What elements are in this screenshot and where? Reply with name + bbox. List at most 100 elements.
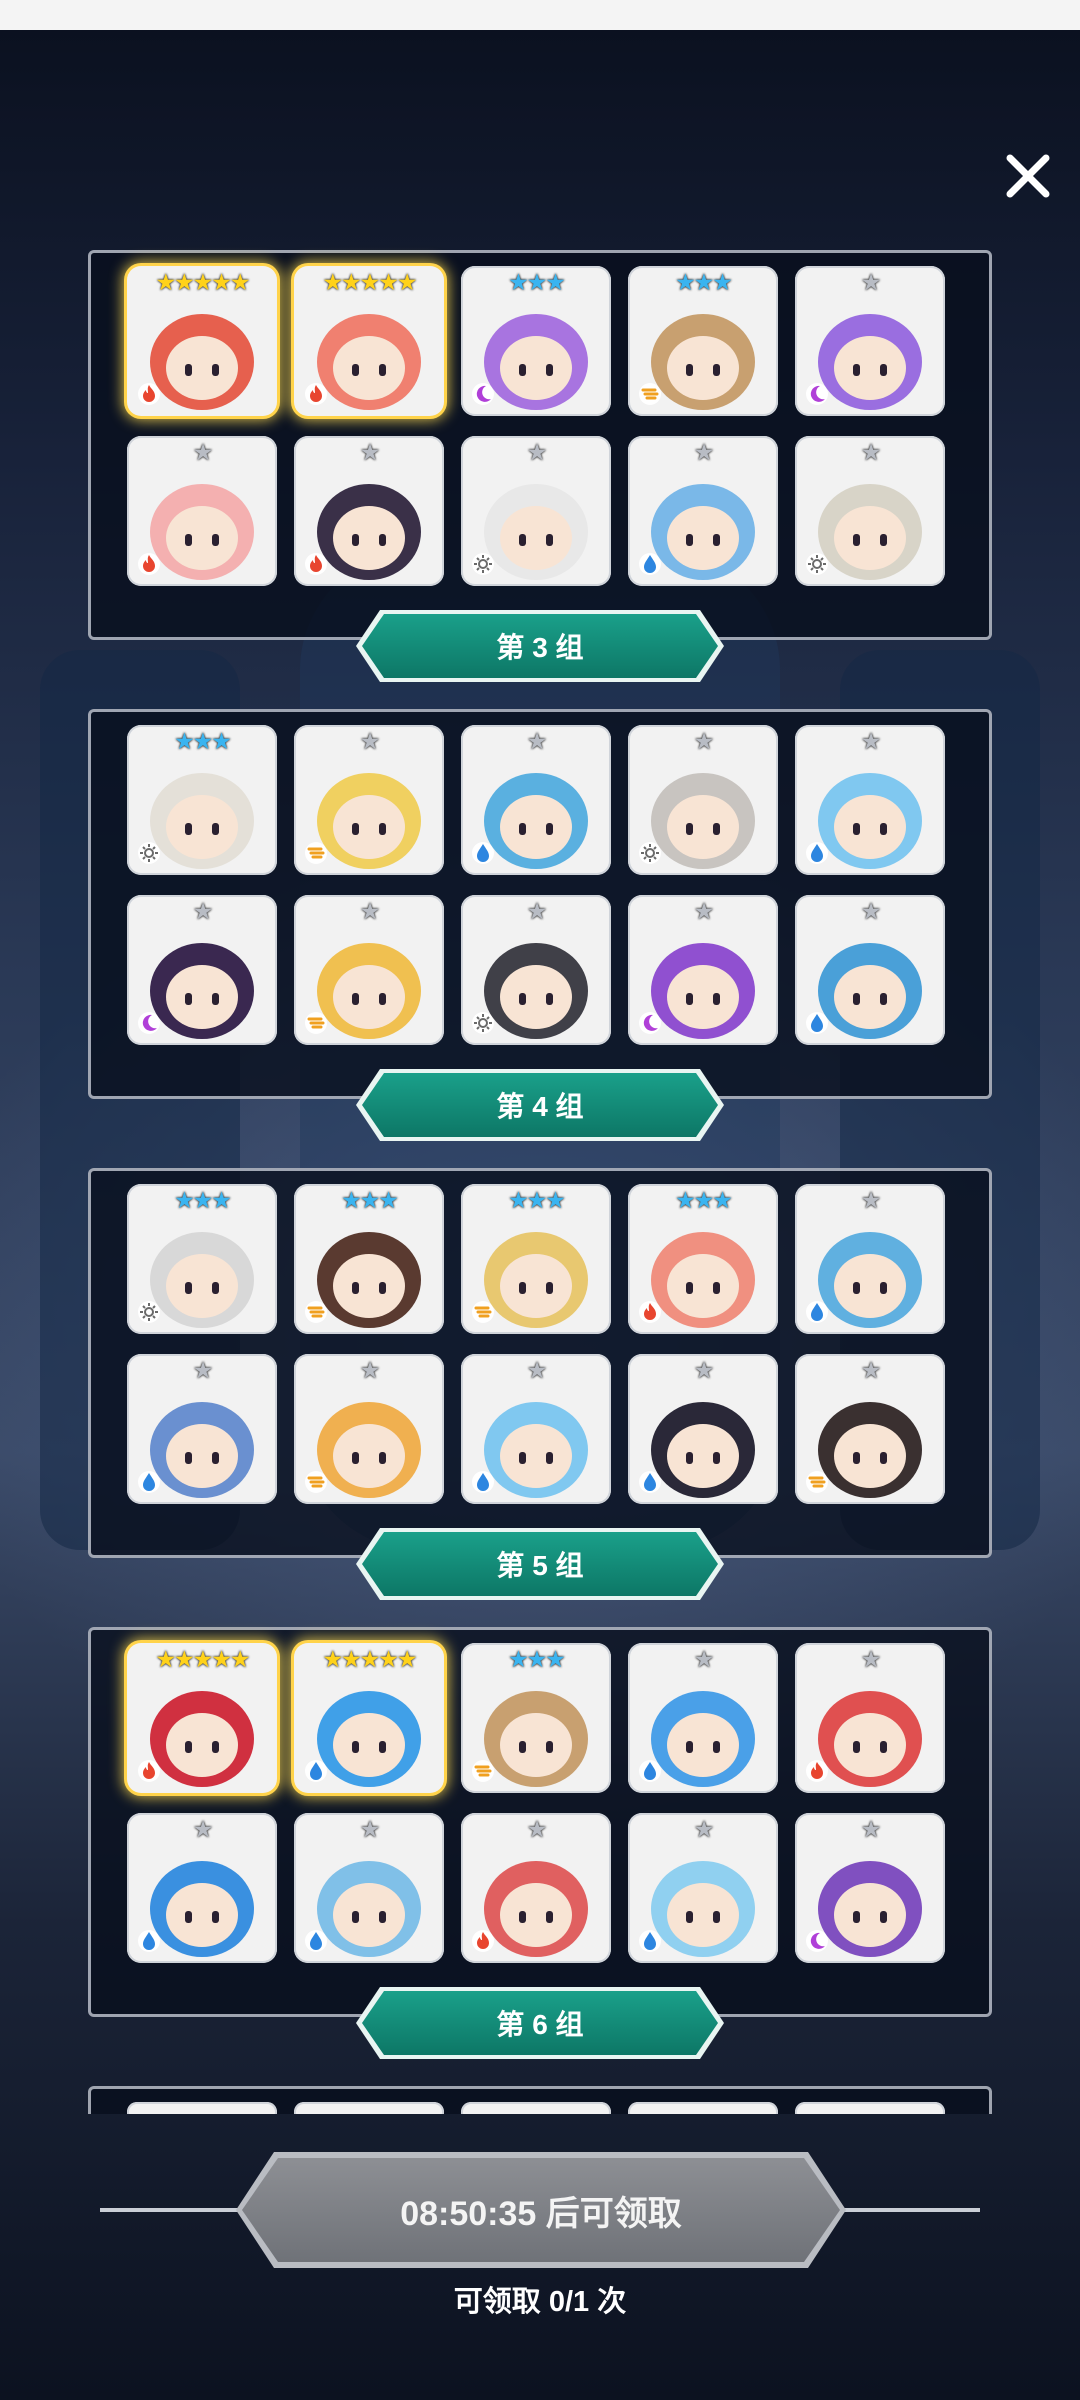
hero-slot[interactable]: ★: [628, 895, 778, 1045]
hero-slot[interactable]: ★★★★★: [127, 266, 277, 416]
star-rating: ★: [693, 1646, 715, 1672]
hero-group: ★★★ ★★★ ★★★ ★★★ ★ ★ ★ ★ ★ ★: [88, 1168, 992, 1558]
hero-slot[interactable]: ★: [795, 436, 945, 586]
moon-element-icon: [638, 1011, 662, 1035]
water-element-icon: [638, 1929, 662, 1953]
hero-group: ★★★★★ ★★★★★ ★★★ ★★★ ★ ★ ★ ★ ★ ★: [88, 250, 992, 640]
water-element-icon: [805, 1011, 829, 1035]
fire-element-icon: [638, 1300, 662, 1324]
hero-slot[interactable]: ★★★: [461, 1643, 611, 1793]
star-rating: ★: [192, 1816, 214, 1842]
hero-slot[interactable]: ★★★★★: [294, 266, 444, 416]
hero-slot[interactable]: ★: [127, 895, 277, 1045]
group-banner: 第 5 组: [362, 1532, 718, 1596]
light-element-icon: [471, 552, 495, 576]
fire-element-icon: [304, 382, 328, 406]
hero-slot[interactable]: ★: [795, 725, 945, 875]
hero-slot[interactable]: ★: [294, 436, 444, 586]
hero-slot[interactable]: ★: [795, 895, 945, 1045]
hero-slot[interactable]: ★: [294, 895, 444, 1045]
claim-button-label: 08:50:35 后可领取: [400, 2194, 682, 2233]
hero-slot[interactable]: ★: [461, 1813, 611, 1963]
group-label: 第 5 组: [496, 1550, 584, 1581]
hero-slot[interactable]: [628, 2102, 778, 2114]
hero-slot[interactable]: ★: [795, 266, 945, 416]
star-rating: ★: [860, 1357, 882, 1383]
moon-element-icon: [805, 1929, 829, 1953]
water-element-icon: [805, 1300, 829, 1324]
star-rating: ★: [693, 1816, 715, 1842]
hero-slot[interactable]: [127, 2102, 277, 2114]
hero-slot[interactable]: ★: [461, 895, 611, 1045]
hero-slot[interactable]: ★: [294, 725, 444, 875]
star-rating: ★: [359, 1357, 381, 1383]
hero-group: ★★★★★ ★★★★★ ★★★ ★ ★ ★ ★ ★ ★ ★: [88, 1627, 992, 2017]
group-banner: 第 4 组: [362, 1073, 718, 1137]
star-rating: ★: [860, 728, 882, 754]
group-label: 第 3 组: [496, 632, 584, 663]
star-rating: ★: [860, 1646, 882, 1672]
divider-right: [830, 2208, 980, 2212]
star-rating: ★★★: [508, 1646, 566, 1672]
hero-slot[interactable]: ★: [461, 436, 611, 586]
hero-slot[interactable]: ★: [461, 1354, 611, 1504]
group-list[interactable]: ★★★★★ ★★★★★ ★★★ ★★★ ★ ★ ★ ★ ★ ★ 第 3 组 ★★★ ★ ★ ★ ★ ★ ★ ★ ★ ★ 第…: [0, 230, 1080, 2114]
hero-slot[interactable]: ★: [461, 725, 611, 875]
moon-element-icon: [137, 1011, 161, 1035]
wind-element-icon: [304, 1011, 328, 1035]
hero-slot[interactable]: ★: [628, 725, 778, 875]
group-label: 第 4 组: [496, 1091, 584, 1122]
hero-slot[interactable]: ★★★: [628, 1184, 778, 1334]
group-banner: 第 3 组: [362, 614, 718, 678]
star-rating: ★★★: [174, 728, 232, 754]
fire-element-icon: [805, 1759, 829, 1783]
hero-slot[interactable]: ★★★: [461, 1184, 611, 1334]
hero-slot[interactable]: ★: [127, 1354, 277, 1504]
hero-slot[interactable]: [795, 2102, 945, 2114]
hero-slot[interactable]: ★: [628, 1643, 778, 1793]
hero-slot[interactable]: ★★★: [127, 1184, 277, 1334]
star-rating: ★★★★★: [322, 1646, 417, 1672]
water-element-icon: [137, 1470, 161, 1494]
hero-slot[interactable]: ★★★★★: [294, 1643, 444, 1793]
star-rating: ★: [860, 1816, 882, 1842]
moon-element-icon: [805, 382, 829, 406]
hero-slot[interactable]: ★★★: [628, 266, 778, 416]
star-rating: ★: [526, 898, 548, 924]
hero-slot[interactable]: ★: [795, 1184, 945, 1334]
water-element-icon: [471, 841, 495, 865]
hero-slot[interactable]: ★★★: [127, 725, 277, 875]
star-rating: ★★★: [508, 1187, 566, 1213]
hero-slot[interactable]: ★: [127, 436, 277, 586]
hero-slot[interactable]: ★: [294, 1354, 444, 1504]
star-rating: ★★★: [341, 1187, 399, 1213]
hero-slot[interactable]: ★: [795, 1813, 945, 1963]
close-button[interactable]: [992, 140, 1064, 212]
star-rating: ★: [359, 898, 381, 924]
hero-slot[interactable]: ★: [628, 1813, 778, 1963]
hero-slot[interactable]: ★: [294, 1813, 444, 1963]
hero-slot[interactable]: ★★★: [294, 1184, 444, 1334]
hero-slot[interactable]: ★★★★★: [127, 1643, 277, 1793]
light-element-icon: [137, 841, 161, 865]
hero-slot[interactable]: ★: [127, 1813, 277, 1963]
hero-slot[interactable]: ★: [628, 436, 778, 586]
star-rating: ★: [192, 1357, 214, 1383]
claim-button[interactable]: 08:50:35 后可领取: [242, 2158, 840, 2262]
light-element-icon: [805, 552, 829, 576]
star-rating: ★: [693, 1357, 715, 1383]
light-element-icon: [137, 1300, 161, 1324]
wind-element-icon: [471, 1759, 495, 1783]
group-label: 第 6 组: [496, 2009, 584, 2040]
hero-slot[interactable]: [294, 2102, 444, 2114]
status-bar: [0, 0, 1080, 30]
hero-slot[interactable]: ★: [628, 1354, 778, 1504]
wind-element-icon: [304, 1300, 328, 1324]
hero-slot[interactable]: ★★★: [461, 266, 611, 416]
hero-slot[interactable]: ★: [795, 1354, 945, 1504]
hero-slot[interactable]: ★: [795, 1643, 945, 1793]
star-rating: ★: [860, 439, 882, 465]
water-element-icon: [304, 1929, 328, 1953]
star-rating: ★: [359, 728, 381, 754]
hero-slot[interactable]: [461, 2102, 611, 2114]
